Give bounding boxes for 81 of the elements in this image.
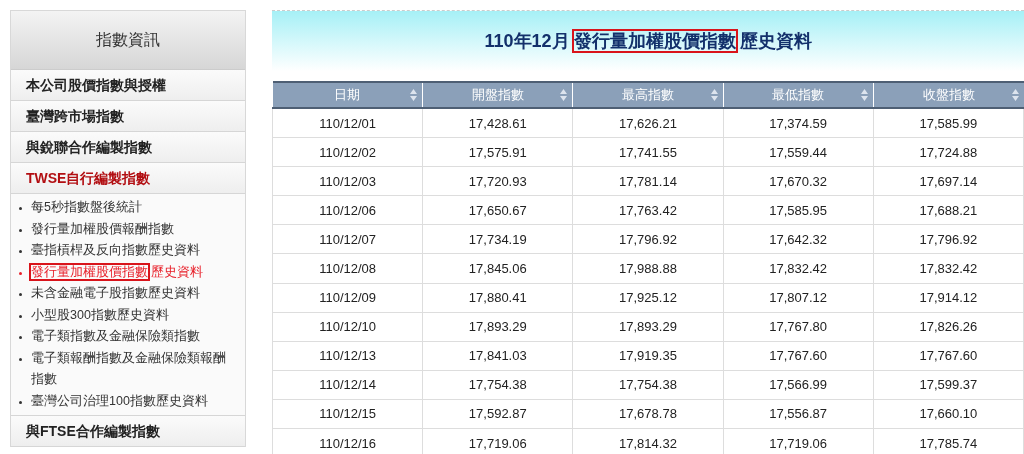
table-cell: 17,893.29 [422,312,573,342]
table-cell: 17,556.87 [723,399,874,429]
table-cell: 17,592.87 [422,399,573,429]
table-cell: 17,734.19 [422,224,573,254]
table-cell: 17,670.32 [723,166,874,196]
table-cell: 17,660.10 [873,399,1024,429]
table-cell: 17,575.91 [422,137,573,167]
table-cell: 110/12/16 [272,428,423,454]
table-cell: 110/12/14 [272,370,423,400]
table-cell: 17,796.92 [873,224,1024,254]
page-title: 110年12月 發行量加權股價指數 歷史資料 [484,30,812,53]
bullet-icon [19,250,22,253]
table-cell: 17,781.14 [572,166,724,196]
bullet-icon [19,271,22,275]
sidebar-link[interactable]: 發行量加權股價報酬指數 [31,218,174,240]
sidebar-title: 指數資訊 [96,29,160,50]
sidebar-link[interactable]: 臺灣公司治理100指數歷史資料 [31,390,208,412]
bullet-icon [19,207,22,210]
sidebar-link[interactable]: 臺指槓桿及反向指數歷史資料 [31,240,200,262]
table-cell: 17,763.42 [572,195,724,225]
table-cell: 17,914.12 [873,283,1024,313]
table-cell: 17,796.92 [572,224,724,254]
table-cell: 17,807.12 [723,283,874,313]
sort-icon [410,89,418,101]
sidebar-link[interactable]: 每5秒指數盤後統計 [31,197,142,219]
table-cell: 110/12/07 [272,224,423,254]
table-cell: 17,741.55 [572,137,724,167]
table-cell: 110/12/03 [272,166,423,196]
table-cell: 17,754.38 [572,370,724,400]
sidebar-link[interactable]: 發行量加權股價指數 歷史資料 [31,261,203,283]
table-cell: 17,988.88 [572,253,724,284]
table-cell: 17,428.61 [422,108,573,138]
bullet-icon [19,357,22,361]
table-cell: 17,919.35 [572,341,724,371]
table-cell: 17,599.37 [873,370,1024,400]
table-cell: 17,724.88 [873,137,1024,167]
table-cell: 110/12/09 [272,283,423,313]
table-cell: 110/12/10 [272,312,423,342]
sidebar-link[interactable]: 電子類指數及金融保險類指數 [31,326,200,348]
table-cell: 17,374.59 [723,108,874,138]
bullet-icon [19,336,22,339]
table-cell: 17,754.38 [422,370,573,400]
table-cell: 17,626.21 [572,108,724,138]
table-cell: 17,585.95 [723,195,874,225]
table-cell: 17,650.67 [422,195,573,225]
table-cell: 110/12/13 [272,341,423,371]
table-cell: 17,841.03 [422,341,573,371]
table-cell: 110/12/15 [272,399,423,429]
table-cell: 17,832.42 [723,253,874,284]
table-cell: 17,559.44 [723,137,874,167]
sort-icon [1011,89,1019,101]
table-cell: 17,767.60 [723,341,874,371]
table-cell: 17,925.12 [572,283,724,313]
table-cell: 17,566.99 [723,370,874,400]
table-cell: 110/12/06 [272,195,423,225]
bullet-icon [19,314,22,318]
table-cell: 110/12/01 [272,108,423,138]
table-cell: 110/12/08 [272,253,423,284]
table-cell: 17,826.26 [873,312,1024,342]
table-cell: 110/12/02 [272,137,423,167]
table-cell: 17,585.99 [873,108,1024,138]
table-cell: 17,880.41 [422,283,573,313]
bullet-icon [19,228,22,232]
table-cell: 17,767.60 [873,341,1024,371]
sidebar-link[interactable]: 電子類報酬指數及金融保險類報酬指數 [31,347,231,391]
sort-icon [560,89,568,101]
bullet-icon [19,293,22,296]
table-cell: 17,720.93 [422,166,573,196]
table-cell: 17,845.06 [422,253,573,284]
table-cell: 17,688.21 [873,195,1024,225]
table-cell: 17,678.78 [572,399,724,429]
table-cell: 17,893.29 [572,312,724,342]
sidebar-link[interactable]: 未含金融電子股指數歷史資料 [31,283,200,305]
table-cell: 17,832.42 [873,253,1024,284]
table-cell: 17,697.14 [873,166,1024,196]
table-cell: 17,767.80 [723,312,874,342]
sort-icon [860,89,868,101]
bullet-icon [19,400,22,404]
sidebar-link[interactable]: 小型股300指數歷史資料 [31,304,169,326]
sort-icon [710,89,718,101]
table-cell: 17,642.32 [723,224,874,254]
